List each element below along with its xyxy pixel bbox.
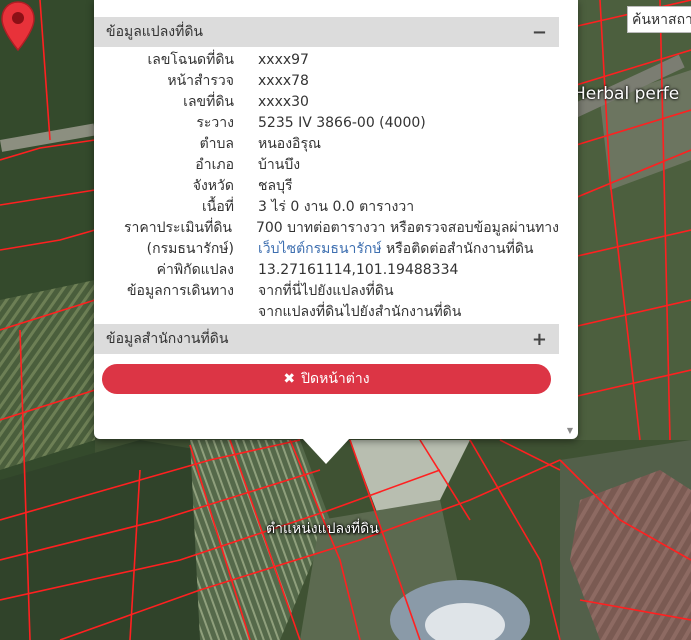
row-label: อำเภอ: [195, 157, 234, 173]
row-label: เลขที่ดิน: [183, 94, 234, 110]
info-row: จังหวัด ชลบุรี: [94, 176, 559, 197]
row-value: xxxx97: [258, 52, 309, 68]
row-value: ชลบุรี: [258, 178, 293, 194]
row-label: ตำบล: [199, 136, 234, 152]
collapse-icon[interactable]: −: [532, 22, 547, 43]
info-row: หน้าสำรวจ xxxx78: [94, 71, 559, 92]
info-row: ระวาง 5235 IV 3866-00 (4000): [94, 113, 559, 134]
search-input[interactable]: ค้นหาสถา: [627, 6, 691, 33]
row-value: 3 ไร่ 0 งาน 0.0 ตารางวา: [258, 199, 415, 215]
info-row-price: ราคาประเมินที่ดิน 700 บาทต่อตารางวา หรือ…: [94, 218, 559, 239]
row-label: ราคาประเมินที่ดิน: [123, 220, 232, 236]
info-row: ตำบล หนองอิรุณ: [94, 134, 559, 155]
scroll-down-arrow-icon[interactable]: ▼: [567, 426, 573, 435]
info-row: เนื้อที่ 3 ไร่ 0 งาน 0.0 ตารางวา: [94, 197, 559, 218]
row-label: ระวาง: [196, 115, 234, 131]
row-label: จังหวัด: [192, 178, 234, 194]
info-row: เลขโฉนดที่ดิน xxxx97: [94, 50, 559, 71]
info-row-coordinates: ค่าพิกัดแปลง 13.27161114,101.19488334: [94, 260, 559, 281]
treasury-website-link[interactable]: เว็บไซต์กรมธนารักษ์: [258, 241, 382, 257]
directions-to-parcel-link[interactable]: จากที่นี่ไปยังแปลงที่ดิน: [258, 281, 394, 302]
parcel-info-popup: ข้อมูลแปลงที่ดิน − เลขโฉนดที่ดิน xxxx97 …: [94, 0, 578, 439]
row-label: หน้าสำรวจ: [167, 73, 234, 89]
row-label: (กรมธนารักษ์): [146, 241, 234, 257]
coordinates-link[interactable]: 13.27161114,101.19488334: [258, 260, 458, 281]
info-row-travel: ข้อมูลการเดินทาง จากที่นี่ไปยังแปลงที่ดิ…: [94, 281, 559, 302]
map-marker-icon[interactable]: [0, 0, 36, 52]
row-value: เว็บไซต์กรมธนารักษ์ หรือติดต่อสำนักงานที…: [258, 239, 534, 260]
section-header-parcel-info[interactable]: ข้อมูลแปลงที่ดิน −: [94, 17, 559, 47]
info-row-travel-2: จากแปลงที่ดินไปยังสำนักงานที่ดิน: [94, 302, 559, 323]
row-value: บ้านบึง: [258, 157, 301, 173]
directions-to-office-link[interactable]: จากแปลงที่ดินไปยังสำนักงานที่ดิน: [258, 302, 461, 323]
info-row: เลขที่ดิน xxxx30: [94, 92, 559, 113]
close-button-label: ปิดหน้าต่าง: [301, 371, 370, 387]
info-row: อำเภอ บ้านบึง: [94, 155, 559, 176]
marker-label: ตำแหน่งแปลงที่ดิน: [266, 521, 379, 537]
section-header-office-info[interactable]: ข้อมูลสำนักงานที่ดิน +: [94, 324, 559, 354]
row-value: 5235 IV 3866-00 (4000): [258, 115, 426, 131]
row-label: เลขโฉนดที่ดิน: [147, 52, 234, 68]
expand-icon[interactable]: +: [532, 329, 547, 350]
row-label: ค่าพิกัดแปลง: [156, 262, 234, 278]
section-title: ข้อมูลสำนักงานที่ดิน: [106, 331, 229, 347]
section-title: ข้อมูลแปลงที่ดิน: [106, 24, 204, 40]
row-value: 700 บาทต่อตารางวา หรือตรวจสอบข้อมูลผ่านท…: [255, 220, 559, 236]
info-row-department: (กรมธนารักษ์) เว็บไซต์กรมธนารักษ์ หรือติ…: [94, 239, 559, 260]
row-label: เนื้อที่: [202, 199, 234, 215]
row-value: xxxx78: [258, 73, 309, 89]
row-label-empty: [94, 302, 258, 323]
contact-office-text: หรือติดต่อสำนักงานที่ดิน: [381, 241, 534, 257]
close-window-button[interactable]: ✖ ปิดหน้าต่าง: [102, 364, 551, 394]
times-icon: ✖: [283, 371, 296, 387]
row-value: หนองอิรุณ: [258, 136, 321, 152]
row-label: ข้อมูลการเดินทาง: [126, 283, 234, 299]
row-value: xxxx30: [258, 94, 309, 110]
place-label: Herbal perfe: [573, 84, 680, 104]
parcel-info-table: เลขโฉนดที่ดิน xxxx97 หน้าสำรวจ xxxx78 เล…: [94, 50, 559, 323]
popup-pointer: [302, 438, 350, 464]
